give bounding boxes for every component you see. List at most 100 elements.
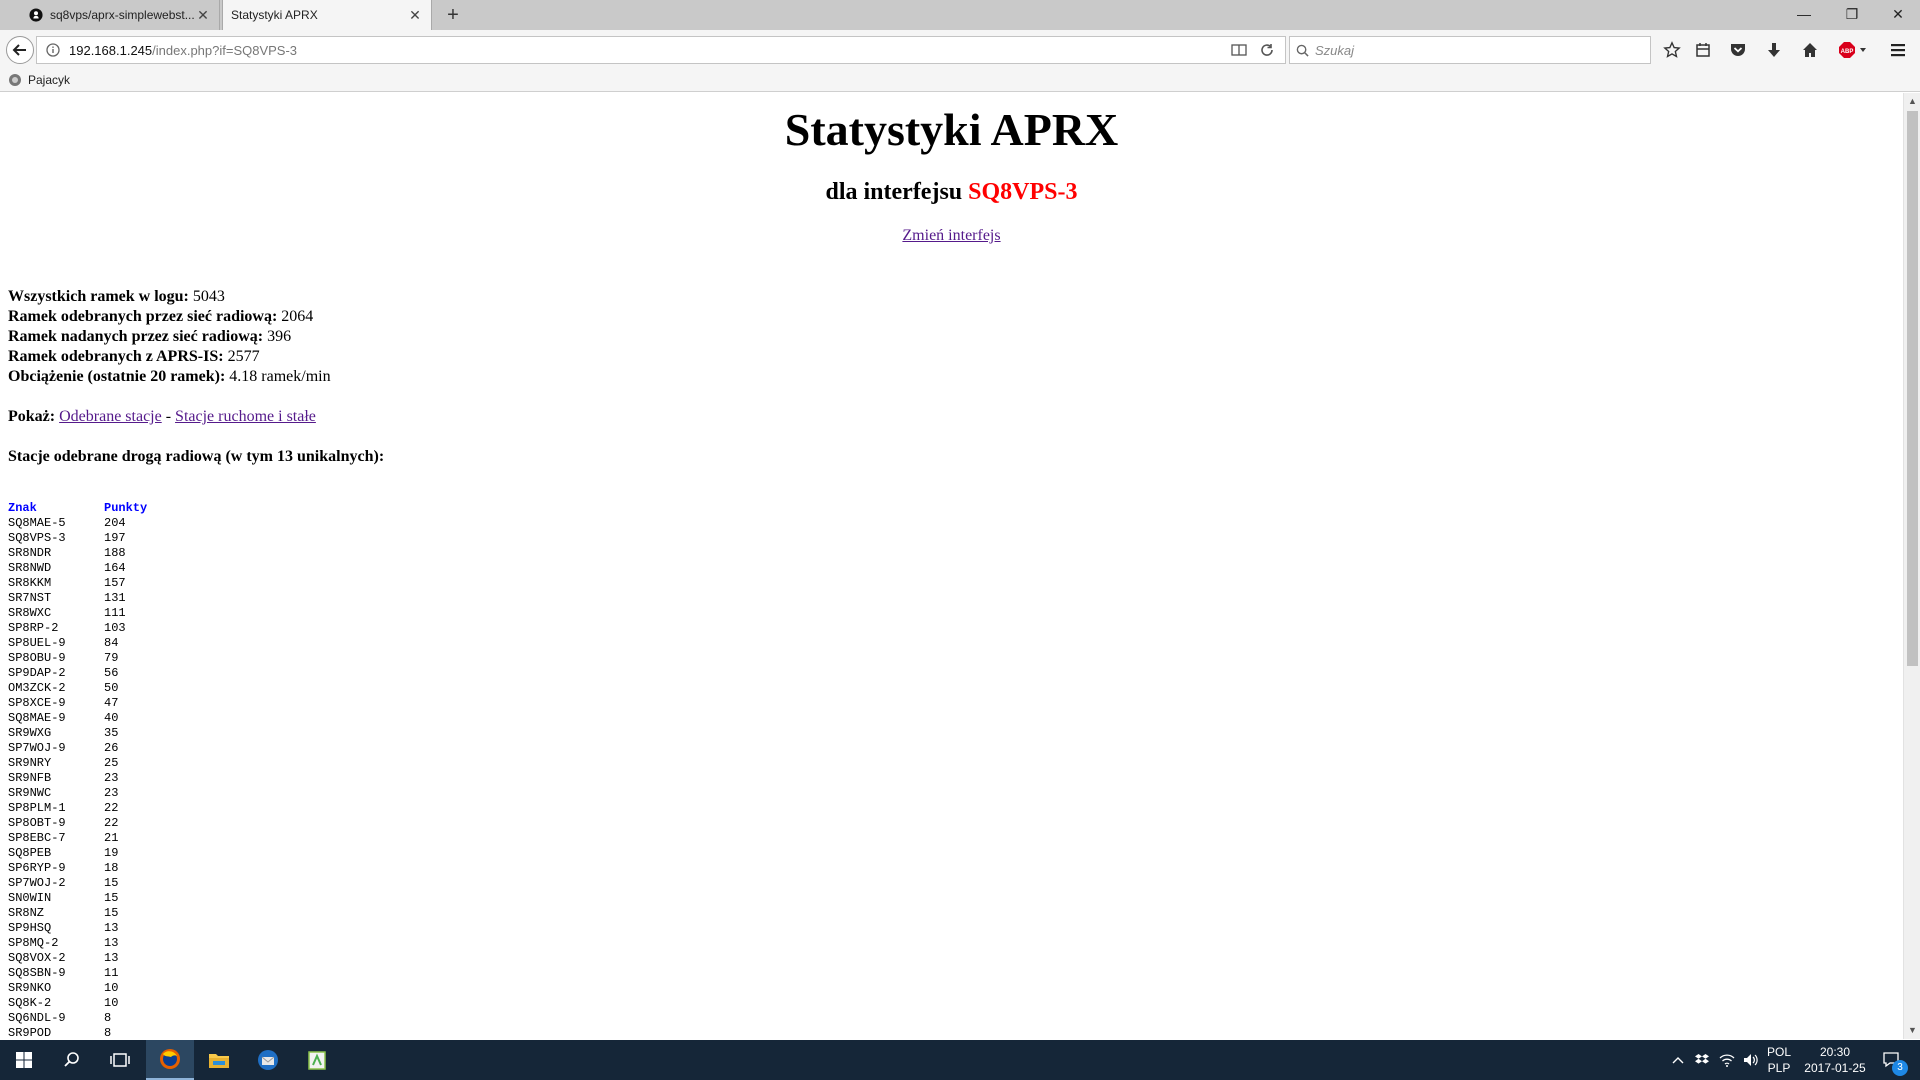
tab-label: Statystyki APRX [231, 8, 318, 22]
tab-label: sq8vps/aprx-simplewebst... [50, 8, 195, 22]
station-points: 22 [104, 801, 119, 815]
search-bar[interactable]: Szukaj [1289, 36, 1651, 64]
task-view-icon[interactable] [96, 1040, 144, 1080]
station-callsign: SQ8VOX-2 [8, 951, 66, 965]
table-row: SP9DAP-2 56 [8, 666, 184, 681]
new-tab-button[interactable]: + [440, 4, 466, 26]
close-tab-icon[interactable]: ✕ [195, 7, 211, 23]
bookmarks-library-icon[interactable] [1691, 38, 1715, 62]
show-separator: - [165, 408, 172, 425]
search-icon[interactable] [48, 1040, 96, 1080]
volume-icon[interactable] [1740, 1040, 1762, 1080]
station-points: 8 [104, 1026, 112, 1039]
tab-strip: sq8vps/aprx-simplewebst... ✕ Statystyki … [0, 0, 1920, 30]
reload-icon[interactable] [1259, 42, 1275, 63]
heard-stations-heading: Stacje odebrane drogą radiową (w tym 13 … [8, 448, 385, 465]
station-points: 23 [104, 786, 119, 800]
back-button[interactable] [6, 36, 34, 64]
tab-github[interactable]: sq8vps/aprx-simplewebst... ✕ [20, 0, 220, 30]
dropbox-icon[interactable] [1692, 1040, 1712, 1080]
station-points: 40 [104, 711, 119, 725]
windows-start-icon[interactable] [0, 1040, 48, 1080]
station-callsign: SR8NZ [8, 906, 45, 920]
tray-chevron-up-icon[interactable] [1668, 1040, 1688, 1080]
station-points: 13 [104, 951, 119, 965]
station-callsign: SR9NKO [8, 981, 52, 995]
scroll-down-arrow-icon[interactable]: ▼ [1904, 1022, 1920, 1039]
vertical-scrollbar[interactable]: ▲ ▼ [1903, 93, 1920, 1039]
search-placeholder: Szukaj [1315, 42, 1355, 58]
received-stations-link[interactable]: Odebrane stacje [59, 408, 162, 425]
home-icon[interactable] [1798, 38, 1822, 62]
reader-view-icon[interactable] [1231, 42, 1247, 63]
station-callsign: SP8OBT-9 [8, 816, 66, 830]
clock[interactable]: 20:30 2017-01-25 [1800, 1040, 1870, 1080]
table-row: SQ8PEB 19 [8, 846, 184, 861]
close-tab-icon[interactable]: ✕ [407, 7, 423, 23]
info-icon[interactable] [43, 40, 63, 60]
stat-value: 2064 [281, 308, 314, 325]
search-icon [1296, 44, 1309, 57]
subtitle-prefix: dla interfejsu [825, 179, 963, 205]
notepad-plus-plus-icon[interactable] [293, 1040, 341, 1080]
mobile-fixed-stations-link[interactable]: Stacje ruchome i stałe [175, 408, 316, 425]
station-points: 47 [104, 696, 119, 710]
input-language[interactable]: POL PLP [1764, 1040, 1794, 1080]
url-bar[interactable]: 192.168.1.245/index.php?if=SQ8VPS-3 [36, 36, 1286, 64]
scrollbar-thumb[interactable] [1907, 111, 1918, 666]
table-row: SP8XCE-9 47 [8, 696, 184, 711]
station-points: 56 [104, 666, 119, 680]
file-explorer-icon[interactable] [195, 1040, 243, 1080]
station-callsign: SP6RYP-9 [8, 861, 66, 875]
station-points: 18 [104, 861, 119, 875]
stats-block: Wszystkich ramek w logu: 5043 Ramek odeb… [8, 287, 331, 387]
bookmark-pajacyk[interactable]: Pajacyk [8, 73, 70, 87]
bookmark-star-icon[interactable] [1660, 38, 1684, 62]
station-callsign: SP7WOJ-9 [8, 741, 66, 755]
station-points: 22 [104, 816, 119, 830]
github-icon [28, 7, 44, 23]
stat-value: 4.18 ramek/min [229, 368, 331, 385]
restore-button[interactable]: ❐ [1830, 0, 1874, 30]
table-row: SP8RP-2 103 [8, 621, 184, 636]
wifi-icon[interactable] [1716, 1040, 1738, 1080]
firefox-icon[interactable] [146, 1040, 194, 1080]
minimize-button[interactable]: — [1782, 0, 1826, 30]
station-points: 111 [104, 606, 126, 620]
thunderbird-icon[interactable] [244, 1040, 292, 1080]
station-callsign: SQ8K-2 [8, 996, 52, 1010]
notification-center-icon[interactable]: 3 [1872, 1040, 1912, 1080]
navigation-bar: 192.168.1.245/index.php?if=SQ8VPS-3 Szuk… [0, 30, 1920, 70]
stat-row: Ramek odebranych z APRS-IS: 2577 [8, 347, 331, 367]
stat-label: Wszystkich ramek w logu: [8, 288, 189, 305]
clock-time: 20:30 [1819, 1045, 1850, 1059]
download-icon[interactable] [1762, 38, 1786, 62]
interface-name: SQ8VPS-3 [968, 179, 1078, 205]
station-points: 79 [104, 651, 119, 665]
bookmarks-bar: Pajacyk [0, 70, 1920, 92]
station-points: 131 [104, 591, 126, 605]
table-row: SQ8SBN-9 11 [8, 966, 184, 981]
pocket-icon[interactable] [1726, 38, 1750, 62]
language-code: POL [1766, 1045, 1791, 1059]
station-points: 21 [104, 831, 119, 845]
station-points: 8 [104, 1011, 112, 1025]
hamburger-menu-icon[interactable] [1886, 38, 1910, 62]
change-interface-link[interactable]: Zmień interfejs [902, 227, 1000, 244]
table-row: SP8MQ-2 13 [8, 936, 184, 951]
stat-value: 2577 [227, 348, 260, 365]
close-window-button[interactable]: ✕ [1876, 0, 1920, 30]
table-row: SQ8VOX-2 13 [8, 951, 184, 966]
station-callsign: SP9DAP-2 [8, 666, 66, 680]
tab-statystyki[interactable]: Statystyki APRX ✕ [222, 0, 432, 30]
stat-value: 5043 [192, 288, 225, 305]
url-host: 192.168.1.245 [69, 42, 153, 58]
station-callsign: SR7NST [8, 591, 52, 605]
scroll-up-arrow-icon[interactable]: ▲ [1904, 93, 1920, 110]
table-row: SR9POD 8 [8, 1026, 184, 1039]
adblock-plus-icon[interactable]: ABP [1836, 38, 1870, 62]
url-text: 192.168.1.245/index.php?if=SQ8VPS-3 [69, 43, 297, 58]
station-callsign: SQ8VPS-3 [8, 531, 66, 545]
station-callsign: SQ8MAE-9 [8, 711, 66, 725]
station-callsign: SR9POD [8, 1026, 52, 1039]
